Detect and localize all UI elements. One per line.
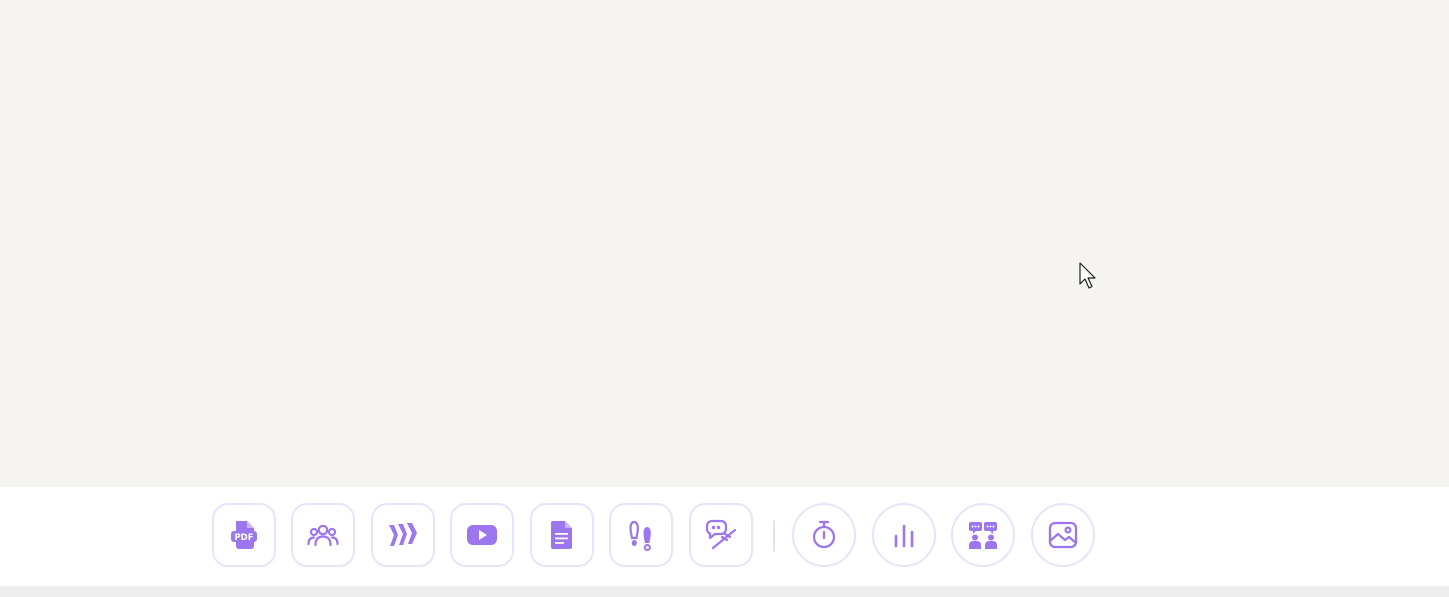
bottom-strip (0, 586, 1449, 597)
bottom-toolbar: PDF (0, 487, 1449, 586)
document-icon (551, 521, 572, 549)
youtube-button[interactable] (450, 503, 514, 567)
pdf-button[interactable]: PDF (212, 503, 276, 567)
image-icon (1048, 521, 1078, 549)
svg-text:PDF: PDF (234, 533, 253, 543)
workspace-canvas[interactable] (0, 0, 1449, 487)
chat-slash-button[interactable] (689, 503, 753, 567)
timer-button[interactable] (792, 503, 856, 567)
discussion-button[interactable] (951, 503, 1015, 567)
footsteps-icon (629, 520, 651, 551)
image-button[interactable] (1031, 503, 1095, 567)
youtube-icon (467, 525, 497, 545)
discussion-icon (969, 522, 997, 549)
footsteps-button[interactable] (609, 503, 673, 567)
pdf-icon: PDF (231, 521, 257, 549)
mouse-cursor-icon (1079, 262, 1096, 289)
bar-chart-icon (894, 524, 914, 548)
poll-button[interactable] (872, 503, 936, 567)
toolbar-divider (773, 520, 775, 552)
document-button[interactable] (530, 503, 594, 567)
group-button[interactable] (291, 503, 355, 567)
group-icon (307, 524, 339, 547)
slides-icon (389, 523, 417, 546)
stopwatch-icon (812, 520, 836, 549)
slides-button[interactable] (371, 503, 435, 567)
chat-slash-icon (705, 519, 737, 550)
